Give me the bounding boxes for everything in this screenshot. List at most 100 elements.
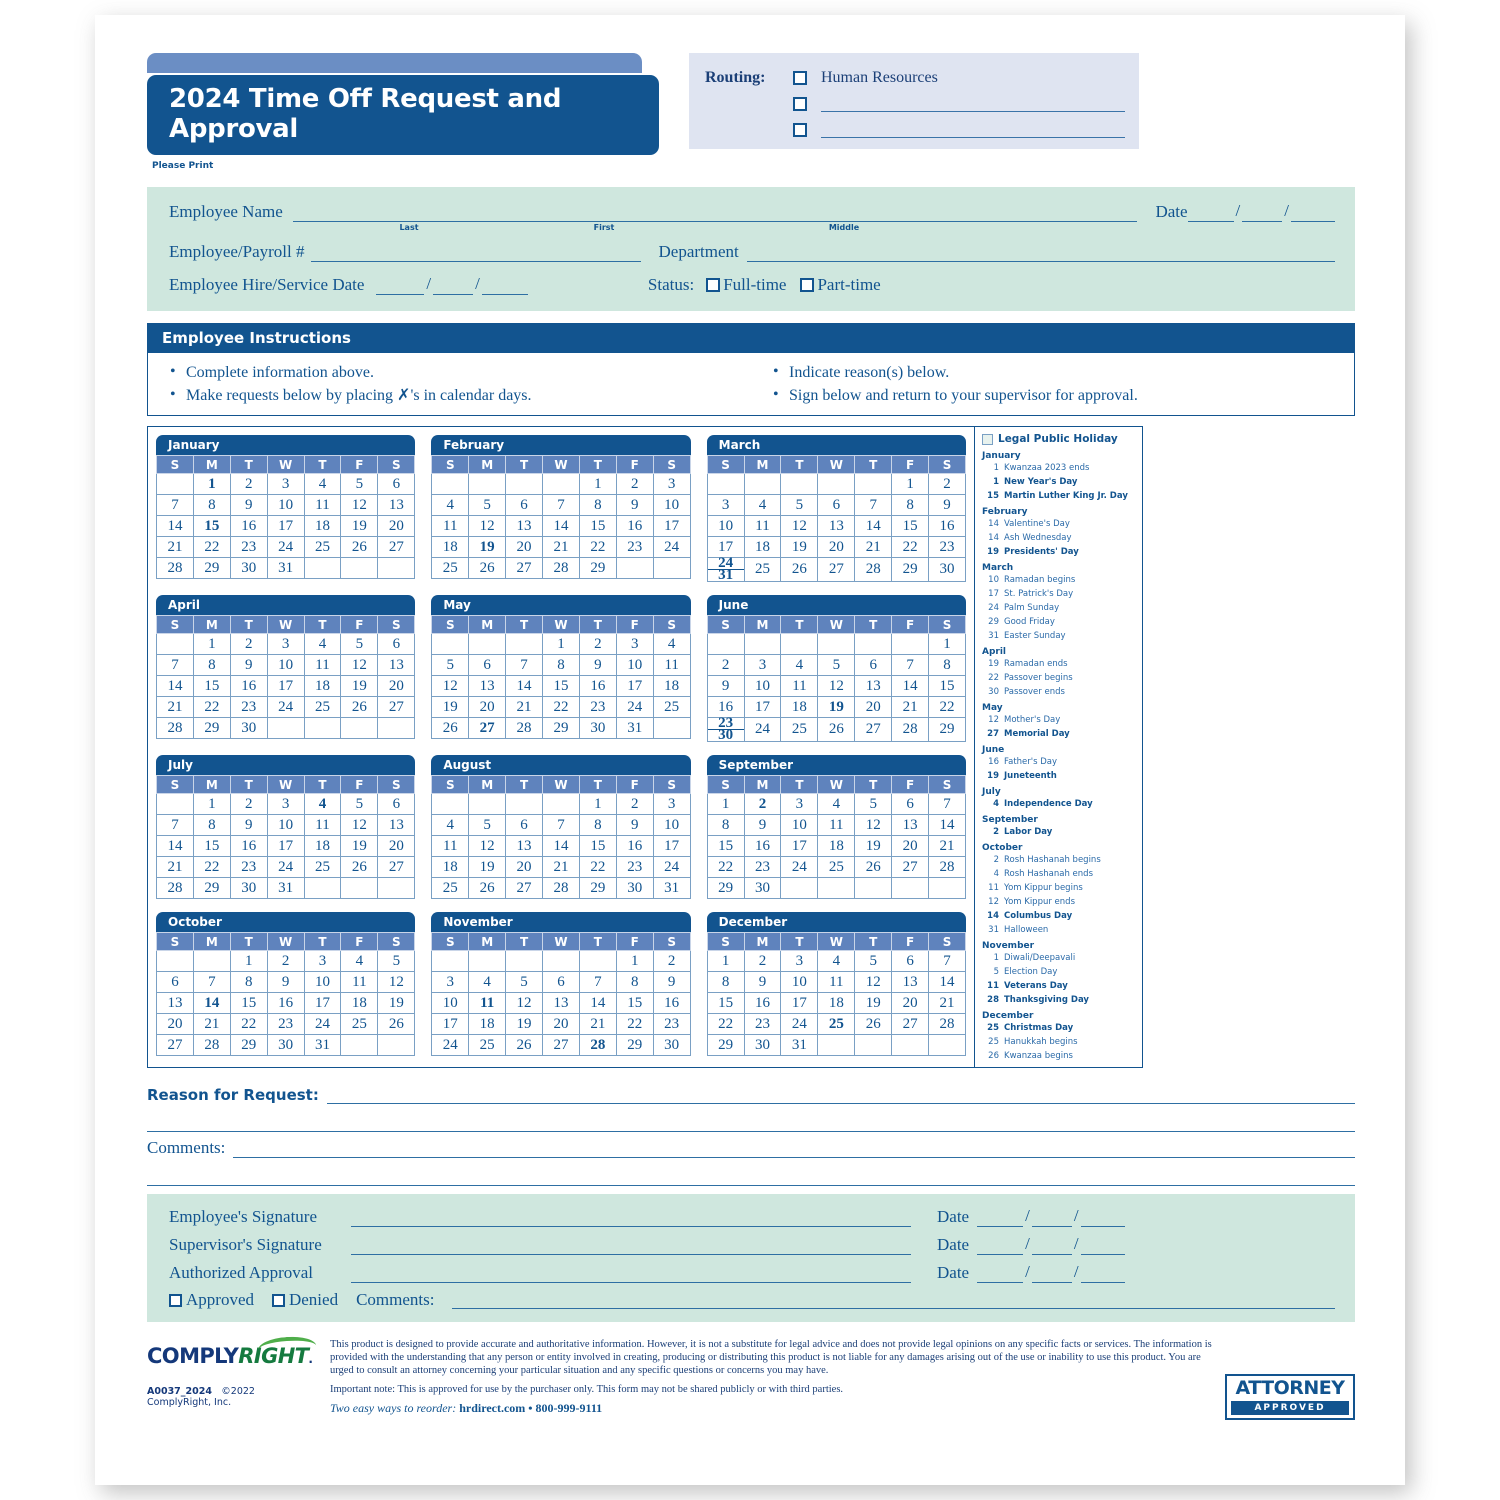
calendar-day-cell[interactable]: 8 bbox=[578, 494, 617, 516]
calendar-day-cell[interactable]: 6 bbox=[377, 633, 416, 655]
calendar-day-cell[interactable]: 22 bbox=[615, 1013, 654, 1035]
calendar-day-cell[interactable]: 17 bbox=[266, 515, 305, 537]
calendar-day-cell[interactable]: 10 bbox=[615, 654, 654, 676]
calendar-day-cell[interactable]: 13 bbox=[377, 654, 416, 676]
calendar-day-cell[interactable]: 16 bbox=[615, 515, 654, 537]
comments-input[interactable] bbox=[233, 1140, 1355, 1158]
calendar-day-cell[interactable]: 9 bbox=[229, 494, 268, 516]
calendar-day-cell[interactable]: 13 bbox=[377, 814, 416, 836]
calendar-day-cell[interactable]: 17 bbox=[652, 515, 691, 537]
calendar-day-cell[interactable]: 11 bbox=[431, 515, 470, 537]
calendar-day-cell[interactable]: 27 bbox=[505, 557, 543, 579]
calendar-day-cell[interactable]: 4 bbox=[431, 814, 470, 836]
employee-signature-input[interactable] bbox=[351, 1210, 911, 1227]
calendar-day-cell[interactable]: 24 bbox=[431, 1034, 470, 1056]
calendar-day-cell[interactable]: 22 bbox=[578, 856, 617, 878]
calendar-day-cell[interactable]: 12 bbox=[468, 515, 507, 537]
calendar-day-cell[interactable]: 8 bbox=[229, 971, 268, 993]
calendar-day-cell[interactable]: 31 bbox=[652, 877, 691, 899]
calendar-day-cell[interactable]: 17 bbox=[652, 835, 691, 857]
calendar-day-cell[interactable]: 6 bbox=[156, 971, 194, 993]
calendar-day-cell[interactable]: 7 bbox=[854, 494, 893, 516]
calendar-day-cell[interactable]: 4 bbox=[303, 633, 342, 655]
calendar-day-cell[interactable]: 1 bbox=[615, 950, 654, 972]
calendar-day-cell[interactable]: 20 bbox=[854, 696, 893, 718]
calendar-day-cell[interactable]: 10 bbox=[652, 814, 691, 836]
calendar-day-cell[interactable]: 20 bbox=[377, 835, 416, 857]
calendar-day-cell[interactable]: 8 bbox=[891, 494, 930, 516]
calendar-day-cell[interactable]: 12 bbox=[431, 675, 470, 697]
calendar-day-cell[interactable]: 27 bbox=[891, 856, 930, 878]
calendar-day-cell[interactable]: 29 bbox=[578, 877, 617, 899]
calendar-day-cell[interactable]: 19 bbox=[377, 992, 416, 1014]
calendar-day-cell[interactable]: 1 bbox=[192, 793, 231, 815]
calendar-day-cell[interactable]: 19 bbox=[468, 856, 507, 878]
calendar-day-cell[interactable]: 18 bbox=[303, 835, 342, 857]
calendar-day-cell[interactable]: 29 bbox=[578, 557, 617, 579]
calendar-day-cell[interactable]: 30 bbox=[743, 1034, 782, 1056]
calendar-day-cell[interactable]: 14 bbox=[192, 992, 231, 1014]
calendar-day-cell[interactable]: 4 bbox=[340, 950, 379, 972]
calendar-day-cell[interactable]: 10 bbox=[743, 675, 782, 697]
routing-input-3[interactable] bbox=[821, 123, 1125, 138]
calendar-day-cell[interactable]: 27 bbox=[891, 1013, 930, 1035]
calendar-day-cell[interactable]: 4 bbox=[468, 971, 507, 993]
calendar-day-cell[interactable]: 18 bbox=[431, 856, 470, 878]
authorized-date-input[interactable]: / / bbox=[977, 1262, 1125, 1283]
calendar-day-cell[interactable]: 7 bbox=[578, 971, 617, 993]
calendar-day-cell[interactable]: 27 bbox=[377, 536, 416, 558]
calendar-day-cell[interactable]: 30 bbox=[229, 877, 268, 899]
calendar-day-cell[interactable]: 7 bbox=[505, 654, 543, 676]
calendar-day-cell[interactable]: 22 bbox=[706, 1013, 745, 1035]
calendar-day-cell[interactable]: 8 bbox=[578, 814, 617, 836]
calendar-day-cell[interactable]: 9 bbox=[743, 971, 782, 993]
calendar-day-cell[interactable]: 9 bbox=[266, 971, 305, 993]
calendar-day-cell[interactable]: 13 bbox=[505, 515, 543, 537]
calendar-day-cell[interactable]: 23 bbox=[928, 536, 966, 558]
calendar-day-cell[interactable]: 1 bbox=[578, 473, 617, 495]
calendar-day-cell[interactable]: 19 bbox=[854, 835, 893, 857]
calendar-day-cell[interactable]: 5 bbox=[780, 494, 819, 516]
calendar-day-cell[interactable]: 28 bbox=[156, 557, 194, 579]
calendar-day-cell[interactable]: 25 bbox=[431, 877, 470, 899]
calendar-day-cell[interactable]: 17 bbox=[431, 1013, 470, 1035]
calendar-day-cell[interactable]: 1 bbox=[192, 633, 231, 655]
calendar-day-cell[interactable]: 11 bbox=[303, 494, 342, 516]
calendar-day-cell[interactable]: 20 bbox=[891, 835, 930, 857]
calendar-day-cell[interactable]: 28 bbox=[542, 877, 580, 899]
calendar-day-cell[interactable]: 22 bbox=[578, 536, 617, 558]
calendar-day-cell[interactable]: 2 bbox=[652, 950, 691, 972]
calendar-day-cell[interactable]: 18 bbox=[431, 536, 470, 558]
calendar-day-cell[interactable]: 26 bbox=[431, 717, 470, 739]
date-input[interactable]: / / bbox=[1187, 201, 1335, 222]
calendar-day-cell[interactable]: 18 bbox=[817, 835, 856, 857]
calendar-day-cell[interactable]: 8 bbox=[192, 494, 231, 516]
calendar-day-cell[interactable]: 15 bbox=[542, 675, 580, 697]
calendar-day-cell[interactable]: 30 bbox=[229, 717, 268, 739]
calendar-day-cell[interactable]: 15 bbox=[928, 675, 966, 697]
calendar-day-cell[interactable]: 10 bbox=[266, 814, 305, 836]
calendar-day-cell[interactable]: 21 bbox=[542, 536, 580, 558]
calendar-day-cell[interactable]: 17 bbox=[615, 675, 654, 697]
calendar-day-cell[interactable]: 29 bbox=[192, 877, 231, 899]
calendar-day-cell[interactable]: 5 bbox=[505, 971, 543, 993]
calendar-day-cell[interactable]: 19 bbox=[468, 536, 507, 558]
reason-input-line-2[interactable] bbox=[147, 1104, 1355, 1132]
calendar-day-cell[interactable]: 16 bbox=[578, 675, 617, 697]
calendar-day-cell[interactable]: 27 bbox=[156, 1034, 194, 1056]
calendar-day-cell[interactable]: 5 bbox=[468, 494, 507, 516]
calendar-day-cell[interactable]: 7 bbox=[928, 950, 966, 972]
employee-name-input[interactable] bbox=[292, 206, 1138, 222]
calendar-day-cell[interactable]: 20 bbox=[891, 992, 930, 1014]
calendar-day-cell[interactable]: 31 bbox=[266, 557, 305, 579]
calendar-day-cell[interactable]: 19 bbox=[340, 515, 379, 537]
calendar-day-cell[interactable]: 26 bbox=[340, 536, 379, 558]
calendar-day-cell[interactable]: 13 bbox=[505, 835, 543, 857]
calendar-day-cell[interactable]: 7 bbox=[156, 494, 194, 516]
calendar-day-cell[interactable]: 4 bbox=[743, 494, 782, 516]
calendar-day-cell[interactable]: 11 bbox=[780, 675, 819, 697]
calendar-day-cell[interactable]: 14 bbox=[891, 675, 930, 697]
calendar-day-cell[interactable]: 4 bbox=[431, 494, 470, 516]
calendar-day-cell[interactable]: 2 bbox=[615, 793, 654, 815]
calendar-day-cell[interactable]: 2 bbox=[229, 633, 268, 655]
